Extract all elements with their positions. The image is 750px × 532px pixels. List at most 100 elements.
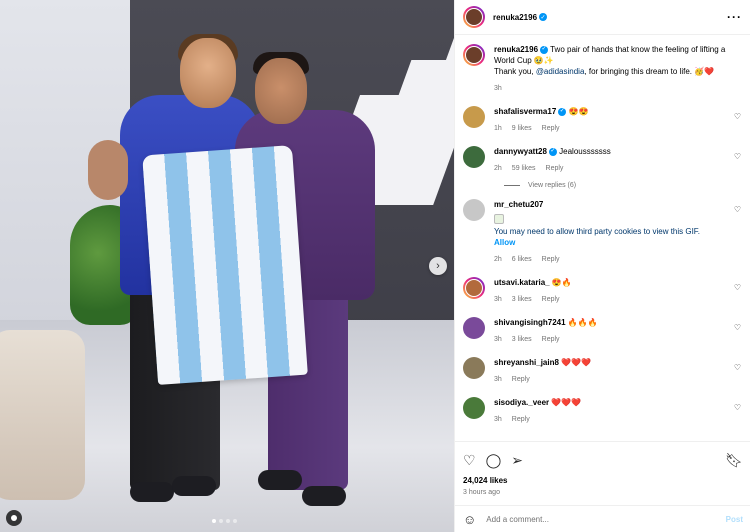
more-options-icon[interactable]: ··· xyxy=(727,10,742,24)
post-timestamp[interactable]: 3 hours ago xyxy=(463,489,743,496)
reply-button[interactable]: Reply xyxy=(542,296,560,303)
like-comment-heart-icon[interactable]: ♡ xyxy=(734,112,741,121)
comment-likes[interactable]: 59 likes xyxy=(512,165,536,172)
carousel-dot xyxy=(233,519,237,523)
post-comment-button[interactable]: Post xyxy=(726,515,743,524)
post-header: renuka2196 ✓ ··· xyxy=(455,0,750,35)
comment-text: 🔥🔥🔥 xyxy=(567,318,598,327)
comment-likes[interactable]: 6 likes xyxy=(512,256,532,263)
woman-head xyxy=(255,58,307,124)
comment-text: 😍😍 xyxy=(568,107,589,116)
like-heart-icon[interactable]: ♡ xyxy=(463,452,476,469)
comment-username[interactable]: sisodiya._veer xyxy=(494,398,549,407)
comment-text: ❤️❤️❤️ xyxy=(551,398,582,407)
reply-button[interactable]: Reply xyxy=(542,336,560,343)
comment-username[interactable]: dannywyatt28 xyxy=(494,147,547,156)
post-side-panel: renuka2196 ✓ ··· renuka2196 ✓ Two pair of… xyxy=(454,0,750,532)
post-photo[interactable]: › xyxy=(0,0,454,532)
view-replies-label: View replies (6) xyxy=(528,182,577,189)
shoe xyxy=(130,482,174,502)
like-comment-heart-icon[interactable]: ♡ xyxy=(734,152,741,161)
comment-item: shreyanshi_jain8 ❤️❤️❤️ 3h Reply ♡ xyxy=(463,357,743,385)
like-comment-heart-icon[interactable]: ♡ xyxy=(734,283,741,292)
commenter-avatar[interactable] xyxy=(463,397,485,419)
mention-link[interactable]: @adidasindia xyxy=(536,67,585,76)
comment-time[interactable]: 3h xyxy=(494,376,502,383)
comment-username[interactable]: utsavi.kataria_ xyxy=(494,278,550,287)
carousel-next-button[interactable]: › xyxy=(429,257,447,275)
author-avatar[interactable] xyxy=(463,44,485,66)
reply-button[interactable]: Reply xyxy=(542,125,560,132)
verified-icon: ✓ xyxy=(539,13,548,21)
carousel-dot xyxy=(219,519,223,523)
verified-icon: ✓ xyxy=(548,147,557,156)
chair xyxy=(0,330,85,500)
commenter-avatar[interactable] xyxy=(463,106,485,128)
shoe xyxy=(172,476,216,496)
comment-time[interactable]: 2h xyxy=(494,256,502,263)
caption-suffix: , for bringing this dream to life. 🥳❤️ xyxy=(584,67,715,76)
reply-button[interactable]: Reply xyxy=(512,376,530,383)
commenter-avatar[interactable] xyxy=(463,357,485,379)
comment-text: 😍🔥 xyxy=(551,278,572,287)
carousel-dots xyxy=(212,519,237,523)
like-comment-heart-icon[interactable]: ♡ xyxy=(734,323,741,332)
reply-button[interactable]: Reply xyxy=(546,165,564,172)
replies-divider xyxy=(504,185,520,186)
bookmark-icon[interactable]: 🔖︎ xyxy=(725,452,743,469)
carousel-dot xyxy=(226,519,230,523)
comment-time[interactable]: 3h xyxy=(494,416,502,423)
commenter-avatar[interactable] xyxy=(463,317,485,339)
reply-button[interactable]: Reply xyxy=(542,256,560,263)
gif-cookie-note: You may need to allow third party cookie… xyxy=(494,227,701,236)
gif-placeholder-icon xyxy=(494,214,504,224)
commenter-avatar[interactable] xyxy=(463,277,485,299)
allow-cookies-button[interactable]: Allow xyxy=(494,237,727,248)
caption-time[interactable]: 3h xyxy=(494,85,502,92)
shoe xyxy=(302,486,346,506)
commenter-avatar[interactable] xyxy=(463,146,485,168)
comment-time[interactable]: 3h xyxy=(494,336,502,343)
caption-username[interactable]: renuka2196 xyxy=(494,45,538,54)
comment-time[interactable]: 3h xyxy=(494,296,502,303)
comment-item: shivangisingh7241 🔥🔥🔥 3h 3 likes Reply ♡ xyxy=(463,317,743,345)
verified-icon: ✓ xyxy=(558,107,567,116)
comment-input[interactable] xyxy=(486,514,726,524)
comment-bubble-icon[interactable]: ◯ xyxy=(486,452,502,469)
comment-time[interactable]: 2h xyxy=(494,165,502,172)
comment-item: utsavi.kataria_ 😍🔥 3h 3 likes Reply ♡ xyxy=(463,277,743,305)
shoe xyxy=(258,470,302,490)
like-count[interactable]: 24,024 likes xyxy=(463,476,743,485)
reply-button[interactable]: Reply xyxy=(512,416,530,423)
author-username[interactable]: renuka2196 xyxy=(493,13,537,22)
comment-likes[interactable]: 3 likes xyxy=(512,296,532,303)
comment-item: dannywyatt28 ✓ Jealousssssss 2h 59 likes Re… xyxy=(463,146,743,174)
commenter-avatar[interactable] xyxy=(463,199,485,221)
comment-username[interactable]: shafalisverma17 xyxy=(494,107,556,116)
comment-item: shafalisverma17 ✓ 😍😍 1h 9 likes Reply ♡ xyxy=(463,106,743,134)
man-head xyxy=(180,38,236,108)
like-comment-heart-icon[interactable]: ♡ xyxy=(734,363,741,372)
comments-list[interactable]: renuka2196 ✓ Two pair of hands that know … xyxy=(455,36,750,440)
author-avatar[interactable] xyxy=(463,6,485,28)
like-comment-heart-icon[interactable]: ♡ xyxy=(734,403,741,412)
comment-username[interactable]: shivangisingh7241 xyxy=(494,318,566,327)
caption: renuka2196 ✓ Two pair of hands that know … xyxy=(463,44,743,94)
like-comment-heart-icon[interactable]: ♡ xyxy=(734,205,741,214)
comment-username[interactable]: shreyanshi_jain8 xyxy=(494,358,559,367)
comment-item: sisodiya._veer ❤️❤️❤️ 3h Reply ♡ xyxy=(463,397,743,425)
argentina-jersey xyxy=(142,145,308,385)
view-replies-button[interactable]: View replies (6) xyxy=(504,182,743,189)
comment-likes[interactable]: 3 likes xyxy=(512,336,532,343)
comment-time[interactable]: 1h xyxy=(494,125,502,132)
comment-username[interactable]: mr_chetu207 xyxy=(494,200,543,209)
emoji-smile-icon[interactable]: ☺ xyxy=(463,512,476,527)
tagged-user-icon[interactable] xyxy=(6,510,22,526)
verified-icon: ✓ xyxy=(540,45,549,54)
comment-likes[interactable]: 9 likes xyxy=(512,125,532,132)
share-send-icon[interactable]: ➢ xyxy=(511,452,523,469)
comment-text: Jealousssssss xyxy=(559,147,611,156)
caption-prefix: Thank you, xyxy=(494,67,536,76)
man-arm xyxy=(88,140,128,200)
comment-text: ❤️❤️❤️ xyxy=(561,358,592,367)
